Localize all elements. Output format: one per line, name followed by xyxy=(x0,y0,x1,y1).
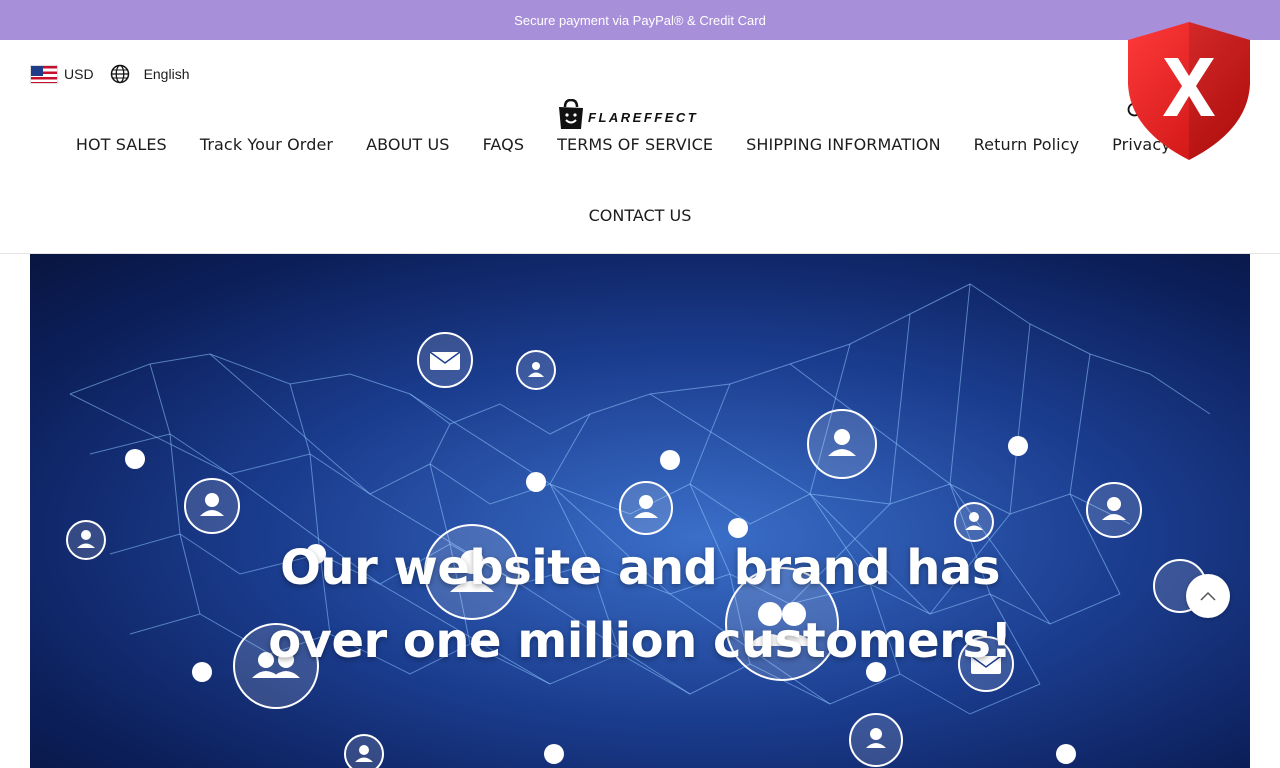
announcement-bar: Secure payment via PayPal® & Credit Card xyxy=(0,0,1280,40)
chevron-up-icon xyxy=(1200,591,1216,601)
locale-selectors: USD English xyxy=(30,64,189,84)
hero-headline: Our website and brand has over one milli… xyxy=(30,532,1250,678)
nav-hot-sales[interactable]: HOT SALES xyxy=(76,135,167,154)
nav-return-policy[interactable]: Return Policy xyxy=(974,135,1080,154)
announcement-text: Secure payment via PayPal® & Credit Card xyxy=(514,12,766,28)
nav-about-us[interactable]: ABOUT US xyxy=(366,135,449,154)
main-nav-row-2: CONTACT US xyxy=(0,206,1280,225)
globe-icon[interactable] xyxy=(110,64,130,84)
language-selector[interactable]: English xyxy=(144,66,190,82)
currency-selector[interactable]: USD xyxy=(64,66,94,82)
red-shield-x-icon[interactable] xyxy=(1124,20,1254,162)
hero-line-2: over one million customers! xyxy=(268,613,1012,669)
brand-wordmark[interactable]: FLAREFFECT xyxy=(588,110,698,125)
main-nav: HOT SALES Track Your Order ABOUT US FAQS… xyxy=(0,135,1280,154)
nav-contact-us[interactable]: CONTACT US xyxy=(589,206,692,225)
network-background xyxy=(66,283,1211,768)
back-to-top-button[interactable] xyxy=(1186,574,1230,618)
us-flag-icon[interactable] xyxy=(30,64,58,84)
hero-banner: Our website and brand has over one milli… xyxy=(30,254,1250,768)
site-header: USD English FLAREFFECT HOT SALES Track Y… xyxy=(0,40,1280,254)
hero-line-1: Our website and brand has xyxy=(280,540,1000,596)
logo-bag-icon[interactable] xyxy=(556,99,586,131)
nav-shipping-information[interactable]: SHIPPING INFORMATION xyxy=(746,135,941,154)
nav-faqs[interactable]: FAQS xyxy=(483,135,525,154)
nav-terms-of-service[interactable]: TERMS OF SERVICE xyxy=(557,135,713,154)
nav-track-order[interactable]: Track Your Order xyxy=(200,135,333,154)
